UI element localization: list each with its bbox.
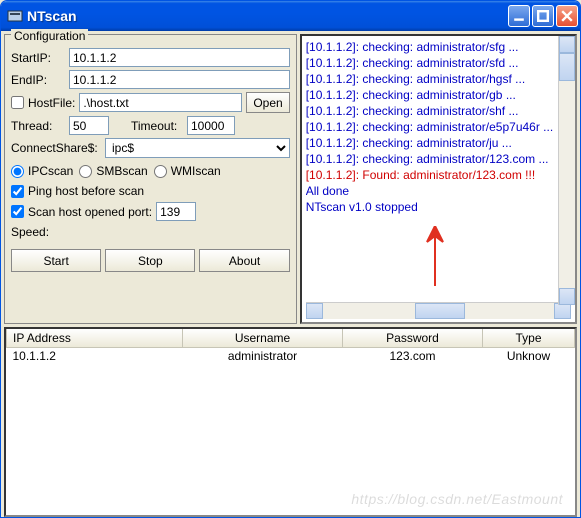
hostfile-check[interactable] — [11, 96, 24, 109]
log-line: [10.1.1.2]: checking: administrator/123.… — [306, 151, 571, 167]
log-line: [10.1.1.2]: checking: administrator/gb .… — [306, 87, 571, 103]
hostfile-label: HostFile: — [28, 96, 75, 110]
log-line: NTscan v1.0 stopped — [306, 199, 571, 215]
close-button[interactable] — [556, 5, 578, 27]
startip-input[interactable] — [69, 48, 290, 67]
smbscan-radio[interactable]: SMBscan — [79, 164, 147, 178]
watermark: https://blog.csdn.net/Eastmount — [351, 491, 563, 507]
log-line: [10.1.1.2]: checking: administrator/hgsf… — [306, 71, 571, 87]
log-line: [10.1.1.2]: checking: administrator/sfd … — [306, 55, 571, 71]
thread-label: Thread: — [11, 119, 65, 133]
configuration-panel: Configuration StartIP: EndIP: HostFile: … — [4, 34, 297, 324]
log-line: [10.1.1.2]: checking: administrator/sfg … — [306, 39, 571, 55]
app-icon — [7, 8, 23, 24]
table-row[interactable]: 10.1.1.2 administrator 123.com Unknow — [7, 348, 575, 365]
speed-label: Speed: — [11, 225, 49, 239]
about-button[interactable]: About — [199, 249, 289, 272]
port-check[interactable] — [11, 205, 24, 218]
hscroll-thumb[interactable] — [415, 303, 465, 319]
titlebar: NTscan — [1, 1, 580, 31]
col-user[interactable]: Username — [183, 329, 343, 348]
scroll-up-icon[interactable] — [559, 36, 575, 53]
log-line: [10.1.1.2]: checking: administrator/shf … — [306, 103, 571, 119]
timeout-label: Timeout: — [131, 119, 183, 133]
endip-label: EndIP: — [11, 73, 65, 87]
minimize-button[interactable] — [508, 5, 530, 27]
timeout-input[interactable] — [187, 116, 235, 135]
vertical-scrollbar[interactable] — [558, 36, 575, 305]
startip-label: StartIP: — [11, 51, 65, 65]
wmiscan-radio[interactable]: WMIscan — [154, 164, 221, 178]
connectshare-select[interactable]: ipc$ — [105, 138, 290, 158]
thread-input[interactable] — [69, 116, 109, 135]
results-table: IP Address Username Password Type 10.1.1… — [4, 327, 577, 517]
connectshare-label: ConnectShare$: — [11, 141, 101, 155]
scroll-left-icon[interactable] — [306, 303, 323, 319]
scroll-thumb[interactable] — [559, 53, 575, 81]
scroll-right-icon[interactable] — [554, 303, 571, 319]
open-button[interactable]: Open — [246, 92, 289, 113]
maximize-button[interactable] — [532, 5, 554, 27]
port-input[interactable] — [156, 202, 196, 221]
col-pass[interactable]: Password — [343, 329, 483, 348]
ping-label: Ping host before scan — [28, 184, 144, 198]
scroll-down-icon[interactable] — [559, 288, 575, 305]
config-legend: Configuration — [11, 29, 88, 43]
log-line: [10.1.1.2]: Found: administrator/123.com… — [306, 167, 571, 183]
horizontal-scrollbar[interactable] — [306, 302, 571, 319]
log-panel: [10.1.1.2]: checking: administrator/sfg … — [300, 34, 577, 324]
start-button[interactable]: Start — [11, 249, 101, 272]
stop-button[interactable]: Stop — [105, 249, 195, 272]
log-line: All done — [306, 183, 571, 199]
hostfile-input[interactable] — [79, 93, 242, 112]
ipcscan-radio[interactable]: IPCscan — [11, 164, 73, 178]
endip-input[interactable] — [69, 70, 290, 89]
ping-check[interactable] — [11, 185, 24, 198]
log-body: [10.1.1.2]: checking: administrator/sfg … — [306, 39, 571, 300]
window-title: NTscan — [27, 8, 508, 24]
port-label: Scan host opened port: — [28, 205, 152, 219]
col-ip[interactable]: IP Address — [7, 329, 183, 348]
col-type[interactable]: Type — [483, 329, 575, 348]
log-line: [10.1.1.2]: checking: administrator/e5p7… — [306, 119, 571, 135]
log-line: [10.1.1.2]: checking: administrator/ju .… — [306, 135, 571, 151]
